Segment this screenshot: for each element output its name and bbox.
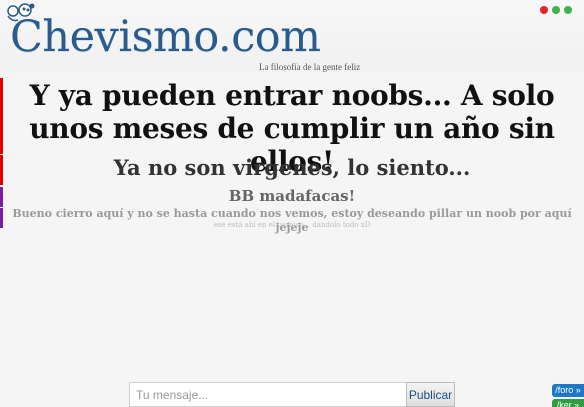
site-header: Chevismo.com La filosofía de la gente fe… xyxy=(0,0,584,72)
message-line-3: BB madafacas! xyxy=(228,187,356,205)
message-line-5: ese está ahí en el paraiso... dandolo to… xyxy=(213,221,371,229)
green-dot-icon[interactable] xyxy=(552,6,560,14)
page: Chevismo.com La filosofía de la gente fe… xyxy=(0,0,584,407)
message-input[interactable] xyxy=(129,382,406,407)
red-dot-icon[interactable] xyxy=(540,6,548,14)
compose-bar: Publicar xyxy=(129,382,455,407)
header-dots xyxy=(540,6,572,14)
ker-link[interactable]: /ker » xyxy=(552,399,584,407)
green-dot-icon[interactable] xyxy=(564,6,572,14)
publish-button[interactable]: Publicar xyxy=(406,382,455,407)
foro-link[interactable]: /foro » xyxy=(552,384,584,397)
site-logo[interactable]: Chevismo.com xyxy=(10,12,321,62)
site-tagline: La filosofía de la gente feliz xyxy=(259,62,361,72)
message-line-2: Ya no son virgenes, lo siento... xyxy=(113,155,471,180)
